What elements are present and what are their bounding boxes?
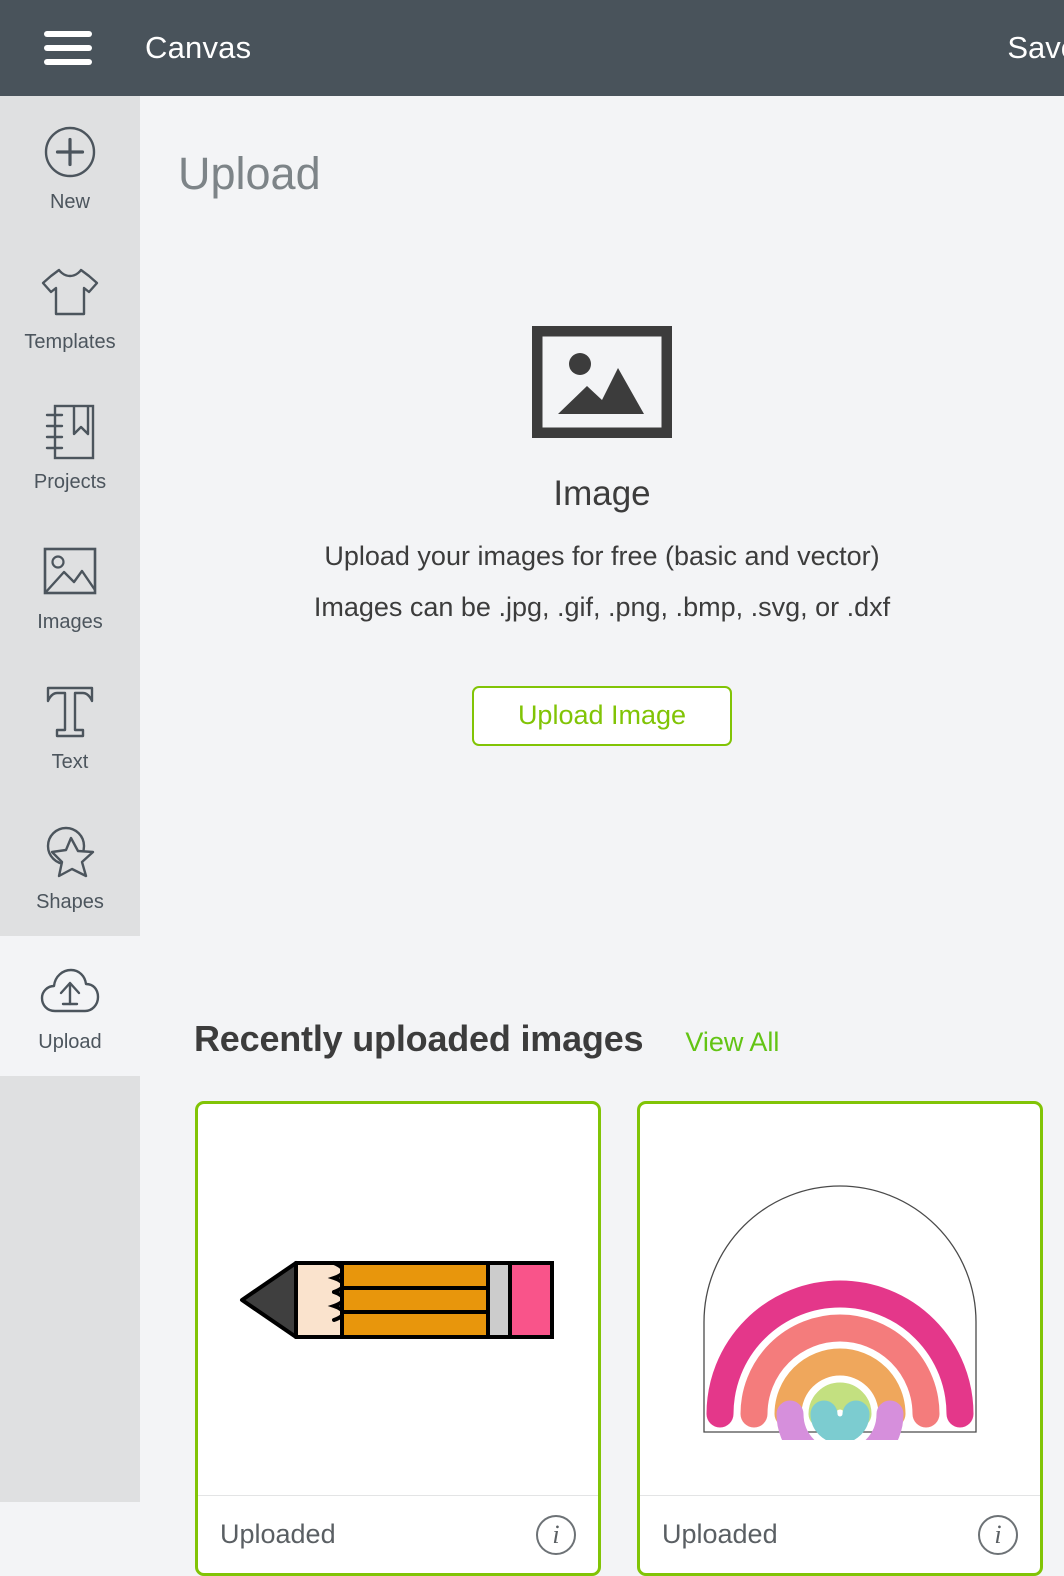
app-title: Canvas xyxy=(145,30,252,65)
hamburger-bar xyxy=(44,59,92,65)
sidebar-item-images[interactable]: Images xyxy=(0,516,140,656)
recent-uploads-title: Recently uploaded images xyxy=(194,1018,644,1059)
upload-description-line1: Upload your images for free (basic and v… xyxy=(324,541,880,571)
upload-panel: Image Upload your images for free (basic… xyxy=(140,326,1064,747)
card-footer: Uploaded i xyxy=(640,1495,1040,1573)
picture-frame-icon xyxy=(140,326,1064,438)
hamburger-bar xyxy=(44,45,92,51)
view-all-link[interactable]: View All xyxy=(685,1027,779,1058)
sidebar-item-label: Images xyxy=(37,610,103,633)
hamburger-menu-icon[interactable] xyxy=(44,31,92,65)
info-circle-icon[interactable]: i xyxy=(536,1514,576,1555)
hamburger-bar xyxy=(44,31,92,37)
card-status-label: Uploaded xyxy=(662,1519,778,1549)
text-t-icon xyxy=(42,681,98,743)
shapes-star-icon xyxy=(41,821,99,883)
sidebar-item-projects[interactable]: Projects xyxy=(0,376,140,516)
sidebar-item-shapes[interactable]: Shapes xyxy=(0,796,140,936)
sidebar-item-new[interactable]: New xyxy=(0,96,140,236)
sidebar-item-label: Upload xyxy=(38,1030,102,1053)
sidebar-item-label: Text xyxy=(51,750,89,773)
sidebar-item-templates[interactable]: Templates xyxy=(0,236,140,376)
plus-circle-icon xyxy=(43,121,97,183)
uploaded-image-card[interactable]: Uploaded i xyxy=(637,1101,1043,1576)
tshirt-icon xyxy=(39,261,101,323)
main-content: Upload Image Upload your images for free… xyxy=(140,96,1064,1576)
recent-uploads-grid: Uploaded i Uploaded i xyxy=(195,1101,1043,1576)
card-footer: Uploaded i xyxy=(198,1495,598,1573)
header-save-button[interactable]: Save xyxy=(1007,0,1064,96)
image-icon xyxy=(41,541,99,603)
card-status-label: Uploaded xyxy=(220,1519,336,1549)
sidebar-item-label: Shapes xyxy=(36,890,104,913)
page-title: Upload xyxy=(178,148,321,199)
sidebar-item-label: Projects xyxy=(33,470,107,493)
left-sidebar: New Templates Projects Images Text Shape… xyxy=(0,96,140,1502)
cloud-upload-icon xyxy=(39,961,101,1023)
upload-heading: Image xyxy=(553,474,651,513)
recent-uploads-header: Recently uploaded images View All xyxy=(194,1018,779,1060)
notebook-icon xyxy=(42,401,98,463)
sidebar-item-upload[interactable]: Upload xyxy=(0,936,140,1076)
info-circle-icon[interactable]: i xyxy=(978,1514,1018,1555)
rainbow-artwork xyxy=(640,1104,1040,1495)
uploaded-image-card[interactable]: Uploaded i xyxy=(195,1101,601,1576)
app-header: Canvas Save xyxy=(0,0,1064,96)
sidebar-item-text[interactable]: Text xyxy=(0,656,140,796)
pencil-artwork xyxy=(198,1104,598,1495)
upload-image-button[interactable]: Upload Image xyxy=(471,686,733,747)
upload-description-line2: Images can be .jpg, .gif, .png, .bmp, .s… xyxy=(313,592,891,622)
sidebar-item-label: Templates xyxy=(24,330,116,353)
sidebar-item-label: New xyxy=(49,190,90,213)
